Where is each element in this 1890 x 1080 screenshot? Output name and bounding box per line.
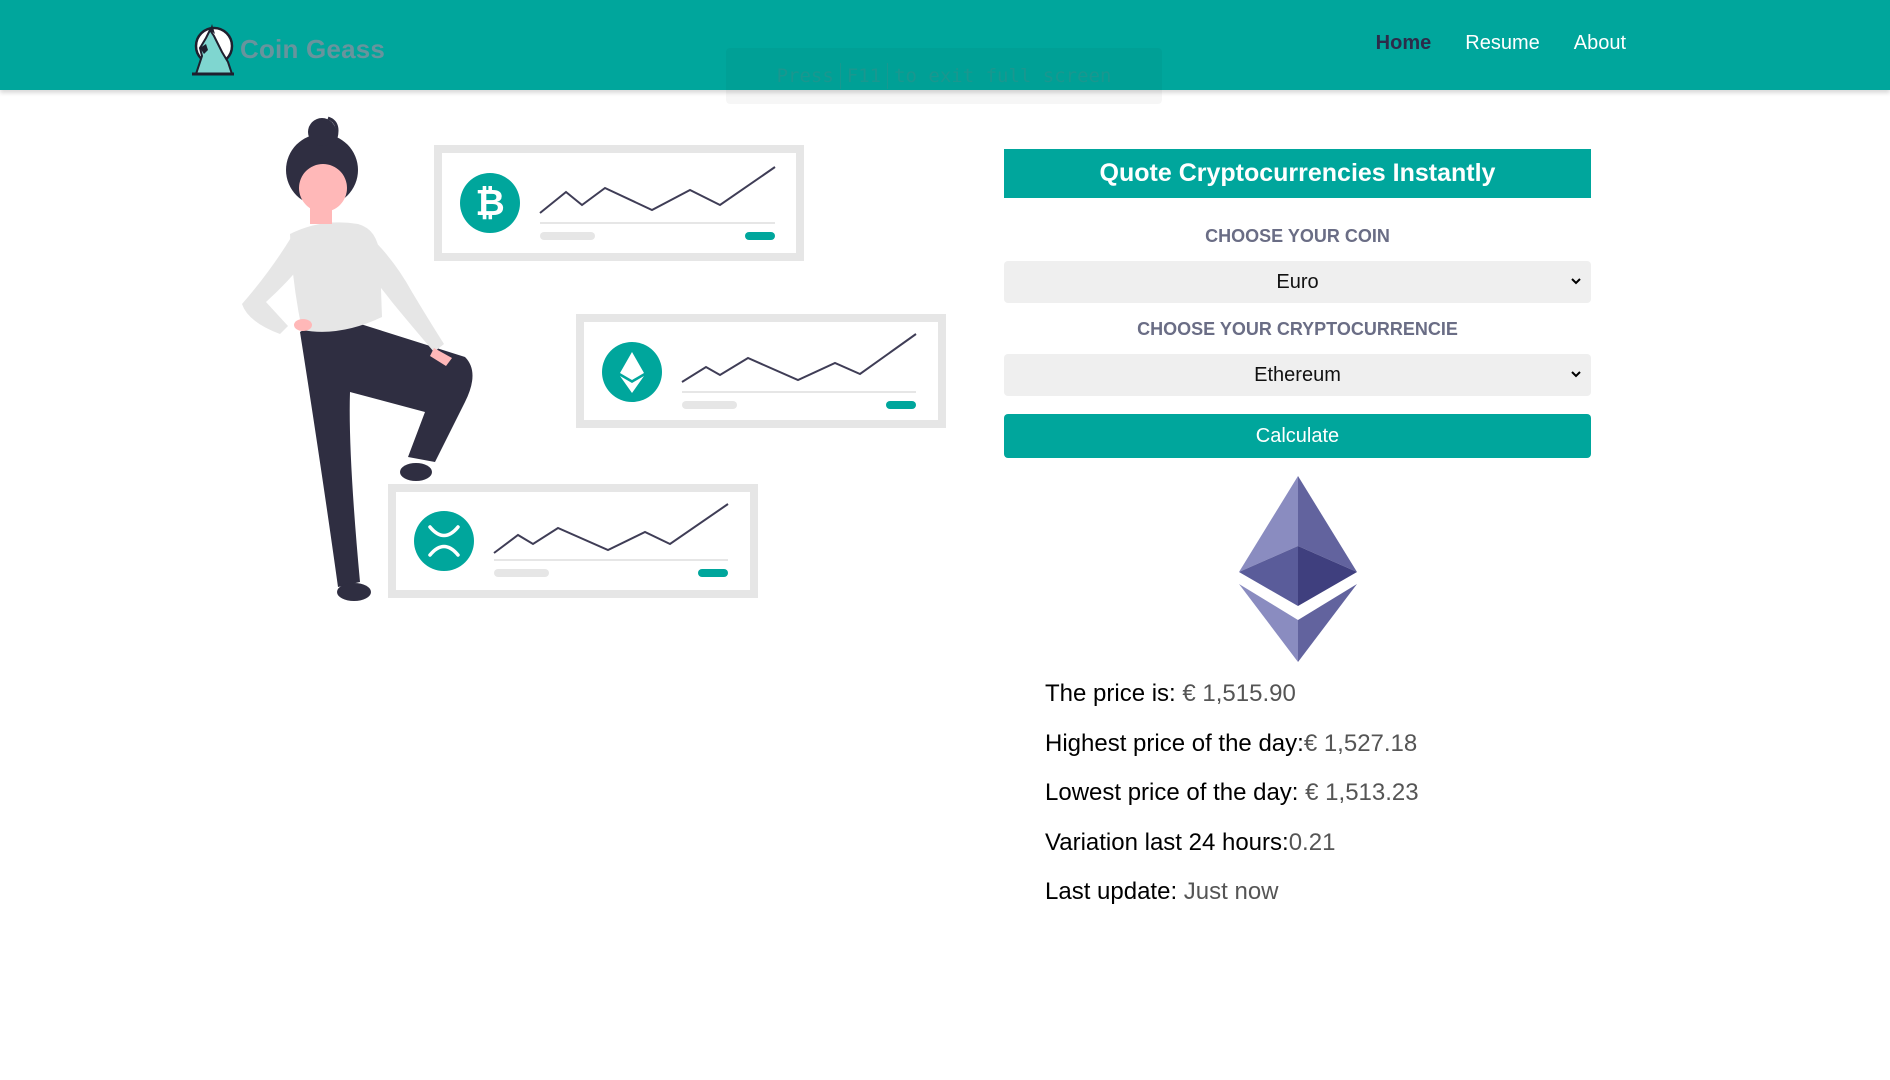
chart-card-ethereum bbox=[576, 314, 946, 428]
chevron-down-icon bbox=[1571, 278, 1581, 285]
variation-row: Variation last 24 hours:0.21 bbox=[1045, 829, 1419, 879]
low-price-value: € 1,513.23 bbox=[1305, 779, 1419, 806]
high-price-row: Highest price of the day:€ 1,527.18 bbox=[1045, 730, 1419, 780]
coin-select[interactable]: Euro bbox=[1004, 261, 1591, 303]
low-price-row: Lowest price of the day: € 1,513.23 bbox=[1045, 779, 1419, 829]
quote-panel: Quote Cryptocurrencies Instantly CHOOSE … bbox=[1004, 149, 1591, 458]
fullscreen-notice: Press F11 to exit full screen bbox=[726, 48, 1162, 104]
fullscreen-notice-before: Press bbox=[776, 65, 834, 87]
price-label: The price is: bbox=[1045, 680, 1176, 707]
price-value: € 1,515.90 bbox=[1182, 680, 1296, 707]
low-price-label: Lowest price of the day: bbox=[1045, 779, 1299, 806]
price-row: The price is: € 1,515.90 bbox=[1045, 680, 1419, 730]
last-update-row: Last update: Just now bbox=[1045, 878, 1419, 928]
howling-wolf-icon bbox=[188, 22, 238, 76]
crypto-illustration: ₿ bbox=[230, 112, 960, 612]
main-nav: Home Resume About bbox=[1376, 32, 1626, 55]
nav-home[interactable]: Home bbox=[1376, 32, 1432, 55]
variation-value: 0.21 bbox=[1288, 828, 1336, 856]
crypto-select[interactable]: Ethereum bbox=[1004, 354, 1591, 396]
variation-label: Variation last 24 hours: bbox=[1045, 828, 1289, 856]
chevron-down-icon bbox=[1571, 371, 1581, 378]
ethereum-icon bbox=[1239, 476, 1357, 662]
svg-text:₿: ₿ bbox=[475, 183, 504, 224]
crypto-select-value: Ethereum bbox=[1254, 363, 1341, 386]
chart-card-xrp bbox=[388, 484, 758, 598]
fullscreen-notice-after: to exit full screen bbox=[894, 65, 1112, 87]
panel-title: Quote Cryptocurrencies Instantly bbox=[1004, 149, 1591, 198]
crypto-label: CHOOSE YOUR CRYPTOCURRENCIE bbox=[1137, 319, 1458, 339]
last-update-label: Last update: bbox=[1045, 878, 1178, 905]
high-price-value: € 1,527.18 bbox=[1303, 729, 1418, 757]
coin-label: CHOOSE YOUR COIN bbox=[1205, 226, 1390, 246]
brand-name: Coin Geass bbox=[240, 33, 386, 64]
coin-select-value: Euro bbox=[1276, 270, 1319, 293]
brand[interactable]: Coin Geass bbox=[188, 22, 385, 76]
ethereum-icon bbox=[602, 342, 662, 402]
chart-card-bitcoin: ₿ bbox=[434, 145, 804, 261]
high-price-label: Highest price of the day: bbox=[1045, 729, 1304, 757]
nav-resume[interactable]: Resume bbox=[1465, 32, 1539, 55]
nav-about[interactable]: About bbox=[1574, 32, 1626, 55]
calculate-button[interactable]: Calculate bbox=[1004, 414, 1591, 458]
bitcoin-icon: ₿ bbox=[460, 173, 520, 233]
xrp-icon bbox=[414, 511, 474, 571]
fullscreen-notice-key: F11 bbox=[839, 63, 889, 89]
quote-results: The price is: € 1,515.90 Highest price o… bbox=[1045, 680, 1419, 928]
last-update-value: Just now bbox=[1183, 878, 1279, 905]
